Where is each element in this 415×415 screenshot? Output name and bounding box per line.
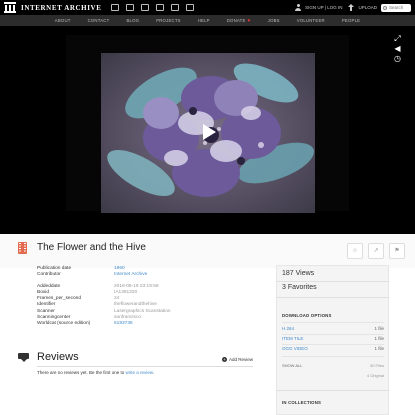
no-reviews-text: There are no reviews yet. Be the first o… — [37, 370, 154, 375]
user-icon[interactable] — [295, 4, 302, 11]
plus-icon: + — [222, 357, 227, 362]
divider — [282, 322, 384, 323]
files-total: 30 Files — [369, 363, 384, 368]
fullscreen-icon[interactable]: ⤢ — [392, 34, 403, 43]
archive-logo-icon — [4, 2, 16, 13]
download-options-heading: DOWNLOAD OPTIONS — [282, 313, 332, 318]
add-review-button[interactable]: + Add Review — [222, 357, 253, 362]
flag-icon[interactable]: ⚑ — [389, 243, 405, 259]
user-tools: SIGN UP | LOG IN UPLOAD — [295, 0, 411, 15]
write-review-link[interactable]: write a review — [126, 370, 153, 375]
logo-text: INTERNET ARCHIVE — [21, 3, 102, 12]
item-title: The Flower and the Hive — [37, 242, 146, 253]
download-count: 1 file — [374, 336, 384, 341]
divider — [276, 281, 389, 282]
views-count: 187 Views — [282, 270, 315, 277]
no-reviews-message: There are no reviews yet. Be the first o… — [37, 370, 126, 375]
nav-volunteer[interactable]: VOLUNTEER — [297, 18, 325, 23]
nav-donate[interactable]: DONATE ♥ — [227, 18, 251, 24]
nav-about[interactable]: ABOUT — [55, 18, 71, 23]
video-icon[interactable] — [141, 4, 150, 11]
nav-projects[interactable]: PROJECTS — [156, 18, 181, 23]
meta-value[interactable]: 5193736 — [114, 321, 133, 327]
film-icon — [18, 242, 27, 254]
in-collections-heading: IN COLLECTIONS — [282, 400, 322, 405]
original-total: 4 Original — [366, 373, 384, 378]
upload-link[interactable]: UPLOAD — [358, 5, 377, 10]
search-box[interactable] — [381, 3, 411, 12]
download-format[interactable]: OGG VIDEO — [282, 345, 308, 353]
signup-login-link[interactable]: SIGN UP | LOG IN — [305, 5, 342, 10]
divider — [37, 366, 253, 367]
download-count: 1 file — [374, 326, 384, 331]
play-button[interactable] — [199, 122, 219, 142]
nav-blog[interactable]: BLOG — [126, 18, 139, 23]
download-format[interactable]: H.264 — [282, 325, 294, 333]
show-all-link[interactable]: SHOW ALL — [282, 363, 302, 368]
logo[interactable]: INTERNET ARCHIVE — [0, 0, 101, 15]
software-icon[interactable] — [171, 4, 180, 11]
download-format[interactable]: ITEM TILE — [282, 335, 303, 343]
nav-people[interactable]: PEOPLE — [342, 18, 360, 23]
heart-icon: ♥ — [247, 17, 251, 24]
meta-key: Contributor — [37, 272, 61, 278]
nav-donate-label: DONATE — [226, 18, 246, 23]
add-review-label: Add Review — [229, 357, 254, 362]
secondary-nav: ABOUT CONTACT BLOG PROJECTS HELP DONATE ♥… — [0, 15, 415, 26]
audio-icon[interactable] — [156, 4, 165, 11]
search-input[interactable] — [389, 5, 411, 10]
share-icon[interactable]: ↗ — [368, 243, 384, 259]
favorites-count: 3 Favorites — [282, 284, 317, 291]
divider — [276, 390, 389, 391]
download-row[interactable]: ITEM TILE 1 file — [282, 335, 384, 343]
reviews-heading: Reviews — [37, 351, 79, 363]
nav-help[interactable]: HELP — [198, 18, 210, 23]
meta-value[interactable]: Internet Archive — [114, 272, 147, 278]
divider — [276, 297, 389, 298]
web-icon[interactable] — [111, 4, 120, 11]
texts-icon[interactable] — [126, 4, 135, 11]
upload-icon[interactable] — [348, 4, 355, 11]
top-bar: INTERNET ARCHIVE SIGN UP | LOG IN UPLOAD — [0, 0, 415, 15]
metadata-list: Publication date 1960 Contributor Internet… — [37, 266, 267, 327]
meta-row: Worldcat (source edition) 5193736 — [37, 321, 267, 327]
images-icon[interactable] — [186, 4, 195, 11]
meta-key: Worldcat (source edition) — [37, 320, 91, 326]
divider — [282, 356, 384, 357]
speaker-icon[interactable]: ◀ — [392, 44, 403, 53]
favorite-icon[interactable]: ☆ — [347, 243, 363, 259]
download-row[interactable]: OGG VIDEO 1 file — [282, 345, 384, 353]
download-count: 1 file — [374, 346, 384, 351]
no-reviews-end: . — [152, 370, 155, 375]
nav-jobs[interactable]: JOBS — [268, 18, 280, 23]
clock-icon[interactable]: ◷ — [392, 54, 403, 63]
download-row[interactable]: H.264 1 file — [282, 325, 384, 333]
speech-bubble-icon — [18, 353, 29, 362]
nav-contact[interactable]: CONTACT — [88, 18, 110, 23]
search-icon — [383, 5, 387, 10]
item-actions: ☆ ↗ ⚑ — [347, 243, 405, 259]
media-nav — [111, 4, 195, 11]
